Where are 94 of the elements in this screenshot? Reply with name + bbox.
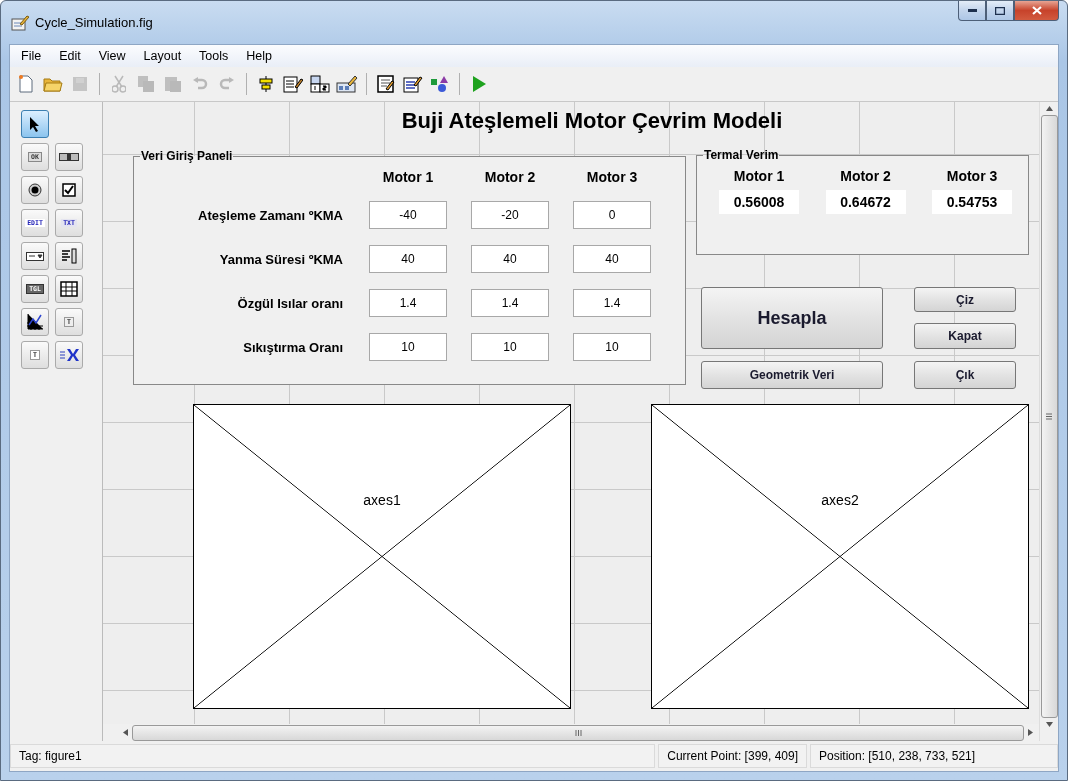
- window-title: Cycle_Simulation.fig: [35, 15, 154, 30]
- axes-label: axes2: [821, 492, 859, 508]
- pointer-icon: [29, 116, 41, 132]
- palette-button[interactable]: [21, 242, 49, 270]
- column-header: Motor 1: [381, 169, 435, 185]
- menu-item[interactable]: Layout: [134, 49, 191, 63]
- palette-button[interactable]: [21, 308, 49, 336]
- scroll-left-arrow[interactable]: [123, 729, 128, 736]
- scroll-up-arrow[interactable]: [1045, 106, 1053, 111]
- result-value: 0.56008: [719, 190, 799, 214]
- menu-item[interactable]: Help: [237, 49, 281, 63]
- column-header: Motor 3: [585, 169, 639, 185]
- scroll-right-arrow[interactable]: [1028, 729, 1033, 736]
- save-icon: [72, 76, 88, 92]
- input-field[interactable]: -40: [369, 201, 447, 229]
- scroll-down-arrow[interactable]: [1045, 722, 1053, 727]
- input-field[interactable]: 10: [573, 333, 651, 361]
- field-label: Yanma Süresi ºKMA: [218, 251, 344, 267]
- figure-file-icon: [11, 14, 29, 31]
- palette-button[interactable]: [55, 143, 83, 171]
- menu-item[interactable]: Edit: [50, 49, 90, 63]
- push-button[interactable]: Çık: [914, 361, 1016, 389]
- status-text: Current Point: [399, 409]: [658, 744, 807, 768]
- menu-item[interactable]: File: [12, 49, 51, 63]
- input-field[interactable]: -20: [471, 201, 549, 229]
- scrollbar-thumb[interactable]: [132, 724, 1024, 741]
- grip-icon: [1046, 413, 1052, 420]
- checkbox-icon: [62, 183, 76, 197]
- grip-icon: [574, 729, 582, 736]
- slider-icon: [59, 153, 79, 161]
- maximize-icon: [995, 6, 1005, 15]
- palette-button[interactable]: [55, 341, 83, 369]
- panel-title: Veri Giriş Paneli: [140, 149, 234, 163]
- paste-icon: [164, 75, 182, 93]
- input-field[interactable]: 0: [573, 201, 651, 229]
- scrollbar-thumb[interactable]: [1040, 115, 1058, 718]
- push-button[interactable]: Geometrik Veri: [701, 361, 883, 389]
- result-value: 0.54753: [932, 190, 1012, 214]
- toolbar-button[interactable]: [308, 72, 332, 96]
- input-field[interactable]: 40: [573, 245, 651, 273]
- input-field[interactable]: 40: [369, 245, 447, 273]
- status-text: Position: [510, 238, 733, 521]: [810, 744, 1058, 768]
- column-header: Motor 2: [839, 168, 892, 184]
- new-file-icon: [18, 75, 34, 93]
- minimize-icon: [967, 9, 977, 12]
- palette-button[interactable]: [55, 176, 83, 204]
- editor-page-icon: [376, 75, 396, 93]
- maximize-button[interactable]: [986, 1, 1014, 21]
- close-button[interactable]: [1014, 1, 1059, 21]
- copy-icon: [137, 75, 155, 93]
- axes-label: axes1: [363, 492, 401, 508]
- panel-title: Termal Verim: [703, 148, 780, 162]
- folder-icon: [43, 76, 63, 92]
- input-field[interactable]: 10: [471, 333, 549, 361]
- listbox-icon: [61, 248, 77, 264]
- push-button[interactable]: Kapat: [914, 323, 1016, 349]
- field-label: Özgül Isılar oranı: [236, 295, 344, 311]
- column-header: Motor 3: [945, 168, 999, 184]
- push-button[interactable]: Çiz: [914, 287, 1016, 312]
- input-field[interactable]: 10: [369, 333, 447, 361]
- popup-menu-icon: [26, 251, 44, 261]
- property-list-icon: [403, 75, 423, 93]
- palette-button[interactable]: [55, 275, 83, 303]
- input-field[interactable]: 1.4: [471, 289, 549, 317]
- input-field[interactable]: 1.4: [369, 289, 447, 317]
- undo-icon: [192, 76, 208, 92]
- minimize-button[interactable]: [958, 1, 986, 21]
- palette-button[interactable]: [55, 242, 83, 270]
- menu-item[interactable]: Tools: [190, 49, 238, 63]
- result-value: 0.64672: [825, 190, 906, 214]
- palette-button[interactable]: [21, 110, 49, 138]
- cut-icon: [112, 75, 126, 93]
- table-icon: [60, 281, 78, 297]
- shapes-icon: [430, 75, 450, 93]
- input-field[interactable]: 1.4: [573, 289, 651, 317]
- menu-item[interactable]: View: [89, 49, 135, 63]
- palette-button[interactable]: [21, 176, 49, 204]
- radio-icon: [28, 183, 42, 197]
- input-field[interactable]: 40: [471, 245, 549, 273]
- column-header: Motor 2: [483, 169, 537, 185]
- plot-axes-icon: [26, 313, 44, 331]
- align-icon: [258, 75, 274, 93]
- numbered-tabs-icon: [310, 75, 330, 93]
- status-text: Tag: figure1: [10, 744, 656, 768]
- column-header: Motor 1: [732, 168, 786, 184]
- toolbar-pencil-icon: [336, 75, 358, 93]
- document-pencil-icon: [283, 75, 303, 93]
- static-text: Buji Ateşlemeli Motor Çevrim Modeli: [401, 108, 783, 134]
- redo-icon: [219, 76, 235, 92]
- close-icon: [1031, 6, 1042, 15]
- push-button[interactable]: Hesapla: [701, 287, 883, 349]
- field-label: Sıkıştırma Oranı: [242, 339, 344, 355]
- activex-icon: [59, 347, 79, 363]
- field-label: Ateşleme Zamanı ºKMA: [197, 207, 344, 223]
